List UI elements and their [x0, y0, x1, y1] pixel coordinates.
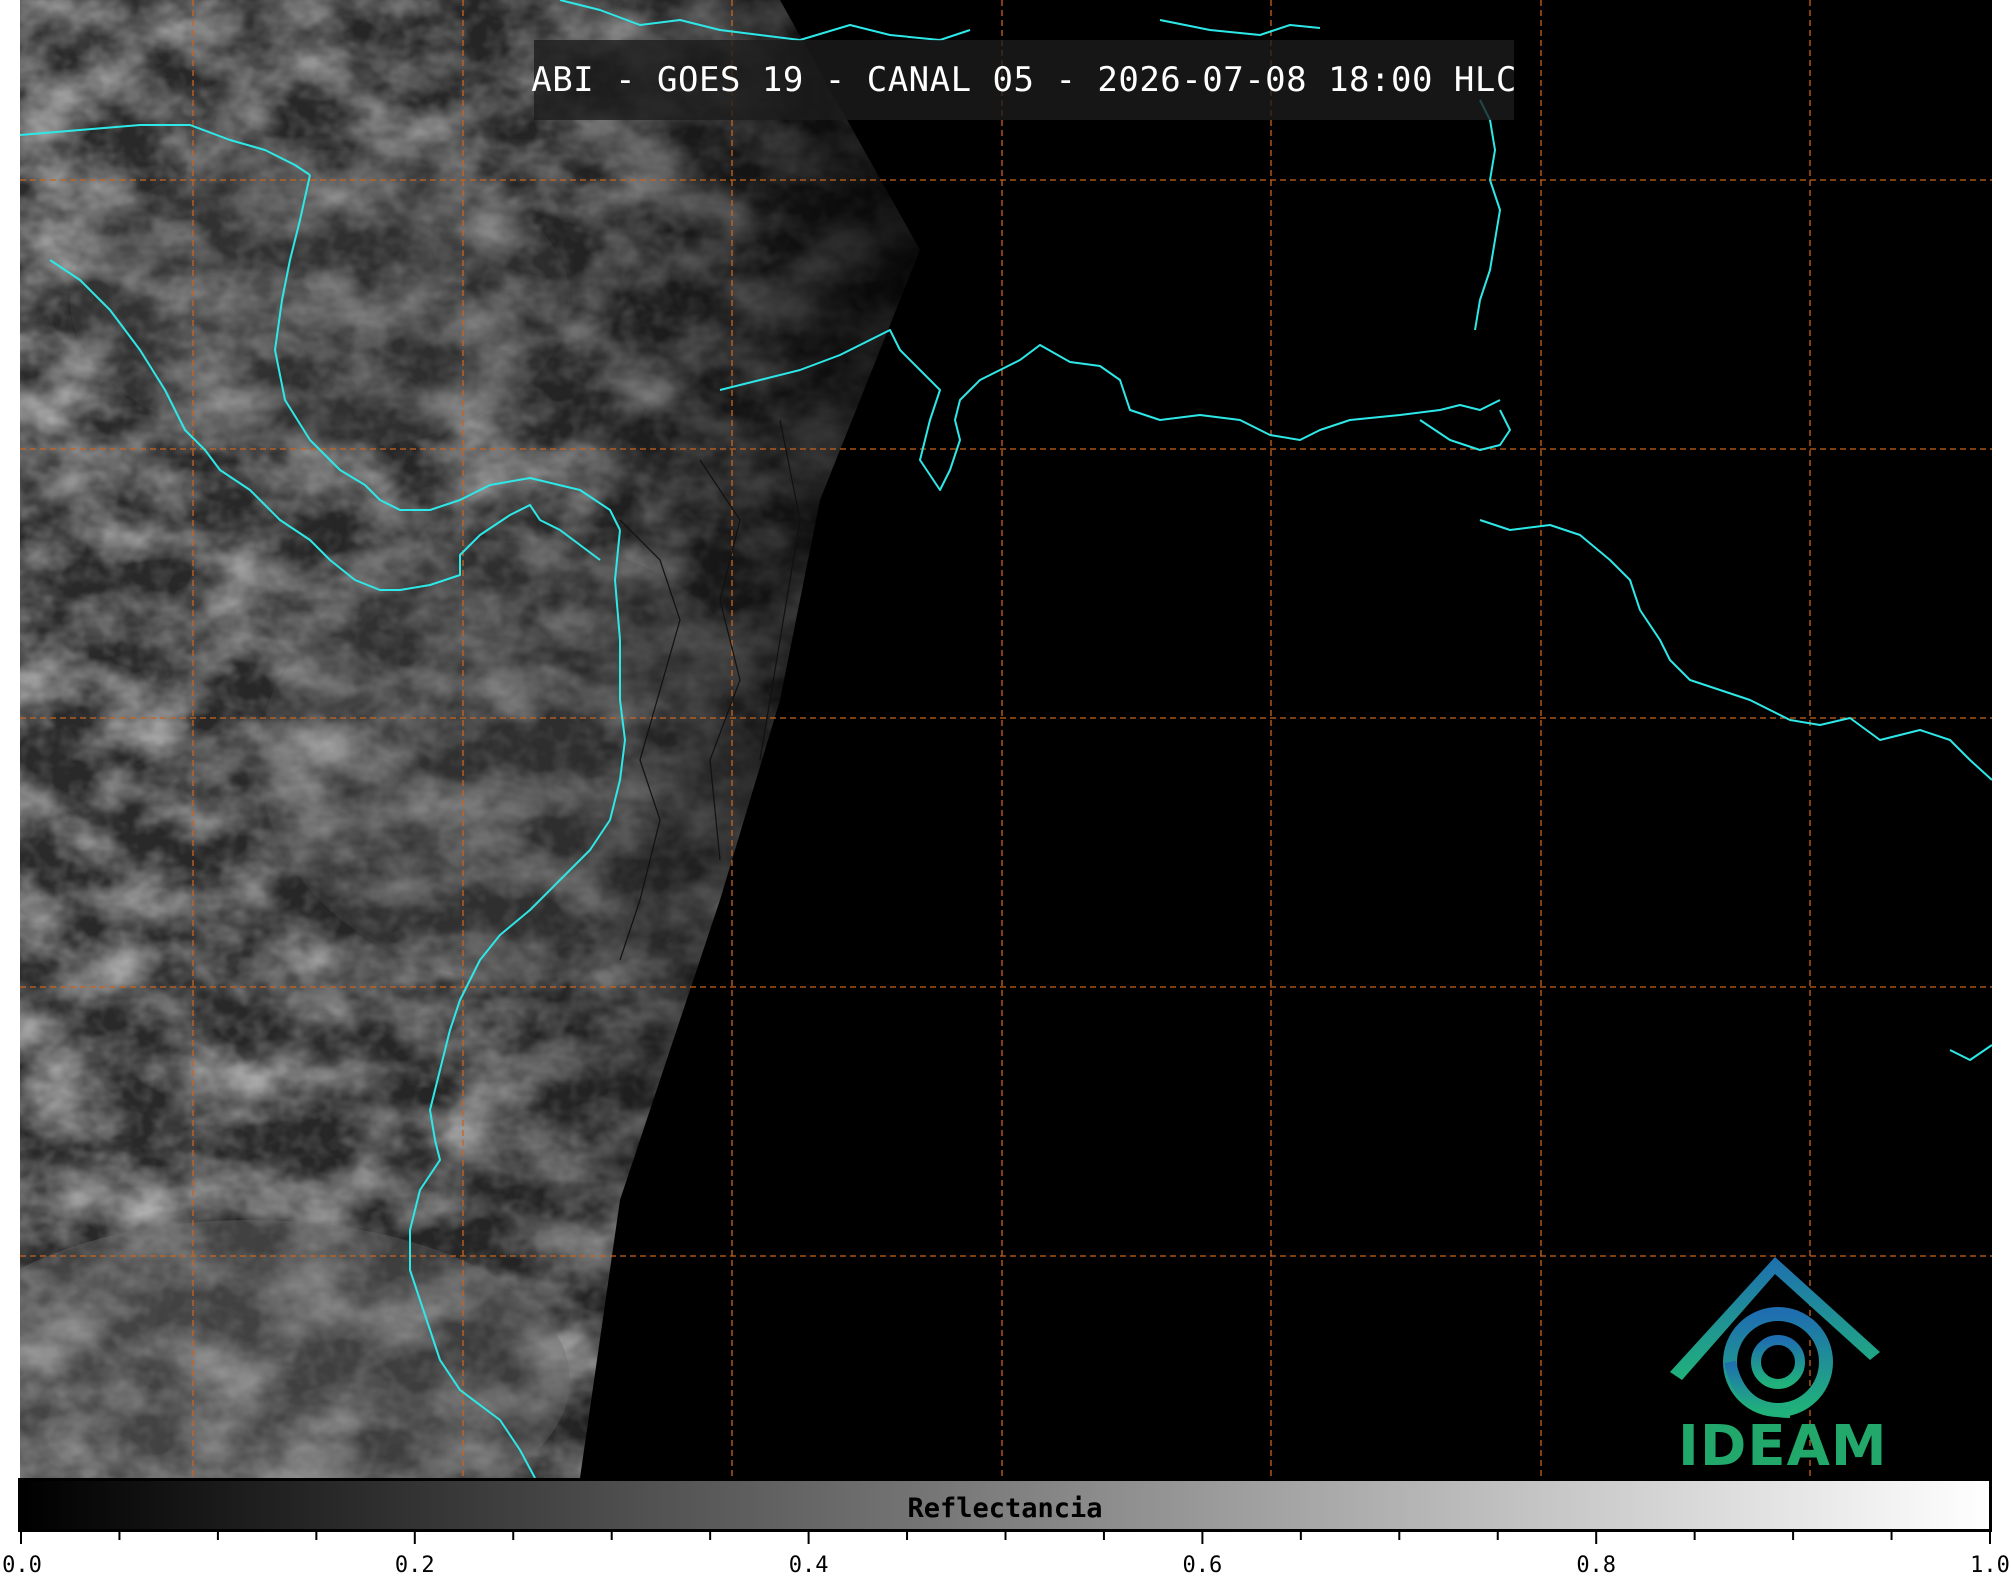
- colorbar: Reflectancia: [18, 1478, 1992, 1532]
- colorbar-tick-label: 0.0: [2, 1553, 42, 1578]
- colorbar-tick-label: 0.6: [1182, 1553, 1223, 1578]
- map-title: ABI - GOES 19 - CANAL 05 - 2026-07-08 18…: [531, 60, 1517, 100]
- ideam-logo-text: IDEAM: [1678, 1414, 1888, 1479]
- title-box: ABI - GOES 19 - CANAL 05 - 2026-07-08 18…: [531, 40, 1517, 120]
- colorbar-tick-label: 1.0: [1970, 1553, 2010, 1578]
- colorbar-tick-label: 0.4: [788, 1553, 829, 1578]
- colorbar-tick-label: 0.8: [1576, 1553, 1617, 1578]
- colorbar-label: Reflectancia: [907, 1493, 1103, 1524]
- colorbar-tick-label: 0.2: [394, 1553, 435, 1578]
- colorbar-ticks: [20, 1532, 1991, 1544]
